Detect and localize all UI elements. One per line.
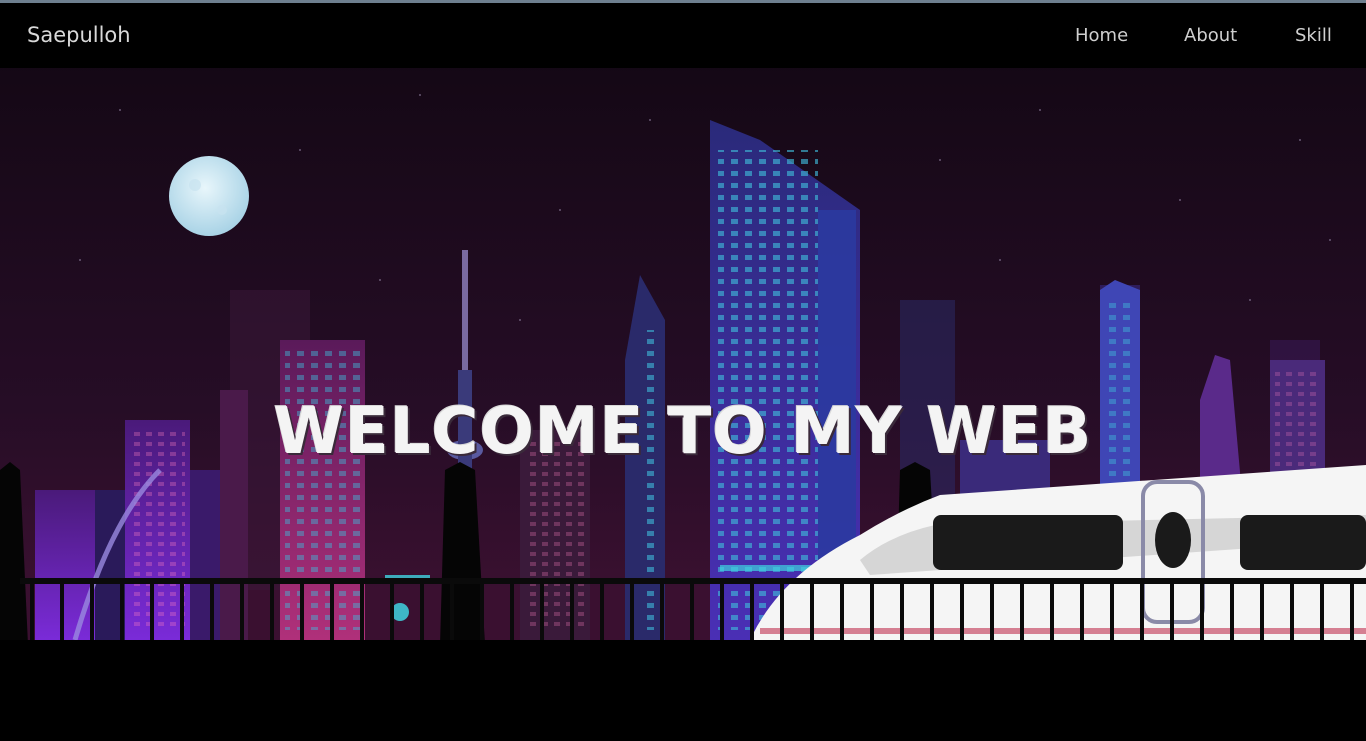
nav-link-home[interactable]: Home: [1075, 25, 1128, 46]
nav-link-about[interactable]: About: [1184, 25, 1237, 46]
nav-link-skill[interactable]: Skill: [1295, 25, 1332, 46]
moon: [169, 156, 249, 236]
page: Saepulloh Home About Skill WELCOME TO MY…: [0, 0, 1366, 741]
top-border-line: [0, 0, 1366, 3]
hero-background-cityscape: [0, 0, 1366, 741]
brand-link[interactable]: Saepulloh: [27, 23, 131, 47]
navbar: Saepulloh Home About Skill: [0, 3, 1366, 68]
hero-title: WELCOME TO MY WEB: [273, 394, 1093, 469]
